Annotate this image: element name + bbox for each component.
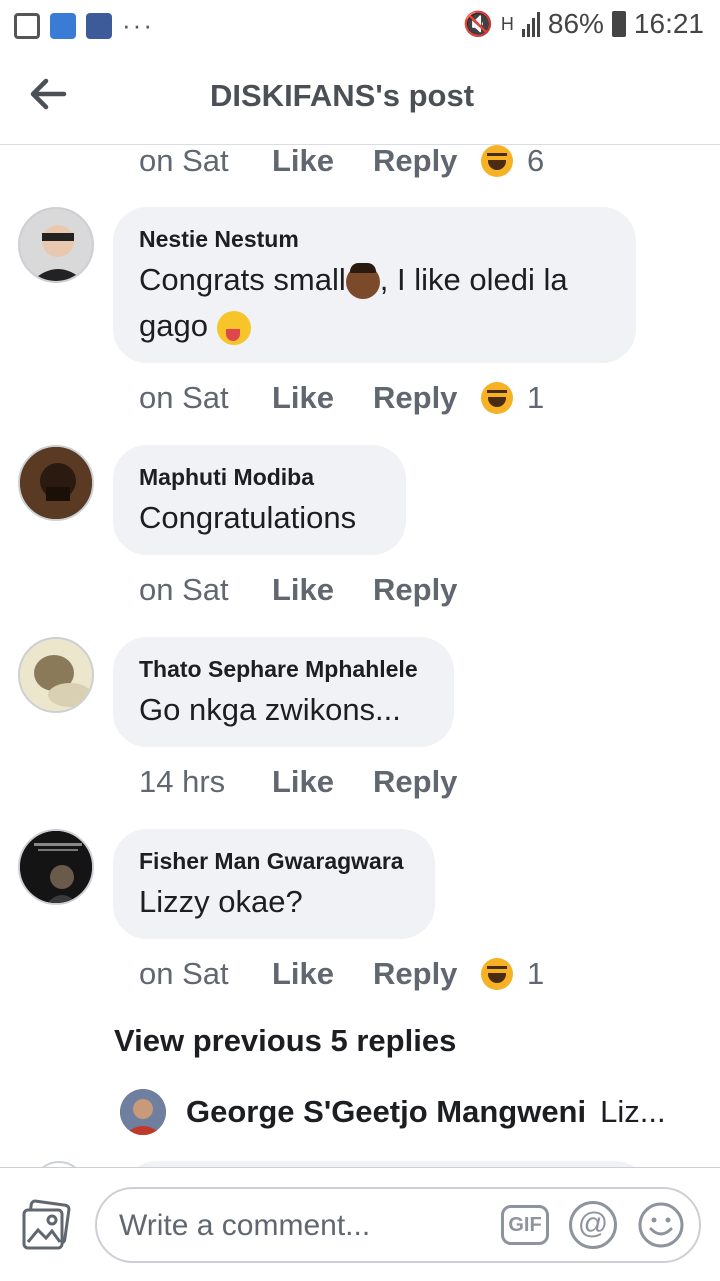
system-status: 🔇 H 86% 16:21: [463, 8, 704, 40]
reaction-count[interactable]: 1: [527, 380, 544, 416]
avatar[interactable]: [18, 637, 94, 713]
nested-reply-preview[interactable]: George S'Geetjo Mangweni Liz...: [120, 1089, 710, 1135]
signal-icon: [521, 11, 540, 37]
comment-text: Congrats small , I like oledi la gago: [139, 257, 610, 349]
reaction-count[interactable]: 1: [527, 956, 544, 992]
network-type: H: [500, 13, 514, 34]
comment-text: Congratulations: [139, 500, 357, 535]
gallery-icon: [14, 12, 40, 39]
tongue-emoji-icon: [216, 310, 251, 345]
haha-reaction-icon[interactable]: [481, 958, 513, 990]
haha-reaction-icon[interactable]: [481, 382, 513, 414]
comment-bubble[interactable]: Nestie Nestum Congrats small , I like ole…: [113, 207, 636, 363]
like-button[interactable]: Like: [272, 572, 373, 608]
like-button[interactable]: Like: [272, 145, 373, 179]
avatar-image: [32, 225, 84, 281]
like-button[interactable]: Like: [272, 764, 373, 800]
avatar[interactable]: [18, 445, 94, 521]
comment-text: Lizzy okae?: [139, 884, 303, 919]
gif-button[interactable]: GIF: [501, 1205, 549, 1245]
comment-bubble[interactable]: Thato Sephare Mphahlele Go nkga zwikons.…: [113, 637, 454, 747]
comment-author[interactable]: Thato Sephare Mphahlele: [139, 655, 428, 683]
reply-button[interactable]: Reply: [373, 572, 481, 608]
comments-list: on Sat Like Reply 6 Nestie Nestum Congra…: [0, 145, 720, 1167]
comment-composer: GIF @: [0, 1167, 720, 1281]
reply-button[interactable]: Reply: [373, 145, 481, 179]
reply-button[interactable]: Reply: [373, 380, 481, 416]
battery-percent: 86%: [547, 8, 604, 39]
notification-icons: ···: [14, 10, 154, 41]
comment-time: on Sat: [139, 145, 229, 178]
comment-time: on Sat: [139, 572, 229, 607]
mute-icon: 🔇: [462, 10, 493, 38]
more-notifications-icon: ···: [122, 10, 154, 40]
reply-button[interactable]: Reply: [373, 764, 481, 800]
header: DISKIFANS's post: [0, 50, 720, 145]
comment-text-part: , I like oledi la: [379, 262, 568, 297]
comment-text: Go nkga zwikons...: [139, 692, 401, 727]
reaction-count[interactable]: 6: [527, 145, 544, 179]
page-title: DISKIFANS's post: [210, 78, 475, 113]
arrow-left-icon[interactable]: [26, 72, 70, 116]
mention-button[interactable]: @: [569, 1201, 617, 1249]
rocket-app-icon: [50, 12, 76, 39]
status-bar: ··· 🔇 H 86% 16:21: [0, 0, 720, 50]
clock: 16:21: [633, 8, 704, 39]
comment-input-wrapper: GIF @: [95, 1187, 701, 1263]
comment-bubble[interactable]: Fisher Man Gwaragwara Lizzy okae?: [113, 829, 435, 939]
like-button[interactable]: Like: [272, 956, 373, 992]
comment-text-part: gago: [139, 308, 208, 343]
battery-icon: [611, 11, 626, 37]
view-previous-replies-link[interactable]: View previous 5 replies: [114, 1023, 456, 1059]
avatar-image: [20, 639, 92, 711]
avatar-image: [20, 447, 92, 519]
comment-author[interactable]: Nestie Nestum: [139, 225, 610, 253]
comment-input[interactable]: [117, 1203, 481, 1249]
comment-actions: on Sat Like Reply: [139, 570, 481, 610]
comment-actions: on Sat Like Reply 6: [139, 145, 544, 181]
comment-actions: on Sat Like Reply 1: [139, 954, 544, 994]
comment-author[interactable]: Maphuti Modiba: [139, 463, 380, 491]
man-emoji-icon: [345, 262, 380, 299]
avatar[interactable]: [18, 207, 94, 283]
like-button[interactable]: Like: [272, 380, 373, 416]
avatar-image: [120, 1089, 166, 1135]
photo-icon[interactable]: [20, 1198, 74, 1252]
comment-time: on Sat: [139, 380, 229, 415]
avatar[interactable]: [120, 1089, 166, 1135]
comment-time: on Sat: [139, 956, 229, 991]
haha-reaction-icon[interactable]: [481, 145, 513, 177]
reply-preview-text: Liz...: [600, 1094, 666, 1129]
n-app-icon: [86, 12, 112, 39]
comment-actions: 14 hrs Like Reply: [139, 762, 481, 802]
avatar-image: [20, 831, 92, 903]
comment-author[interactable]: Fisher Man Gwaragwara: [139, 847, 409, 875]
comment-actions: on Sat Like Reply 1: [139, 378, 544, 418]
avatar[interactable]: [18, 829, 94, 905]
comment-text-part: Congrats small: [139, 262, 346, 297]
comment-bubble[interactable]: Maphuti Modiba Congratulations: [113, 445, 406, 555]
comment-time: 14 hrs: [139, 764, 226, 799]
emoji-icon[interactable]: [637, 1201, 685, 1249]
reply-button[interactable]: Reply: [373, 956, 481, 992]
reply-author[interactable]: George S'Geetjo Mangweni: [186, 1094, 586, 1130]
